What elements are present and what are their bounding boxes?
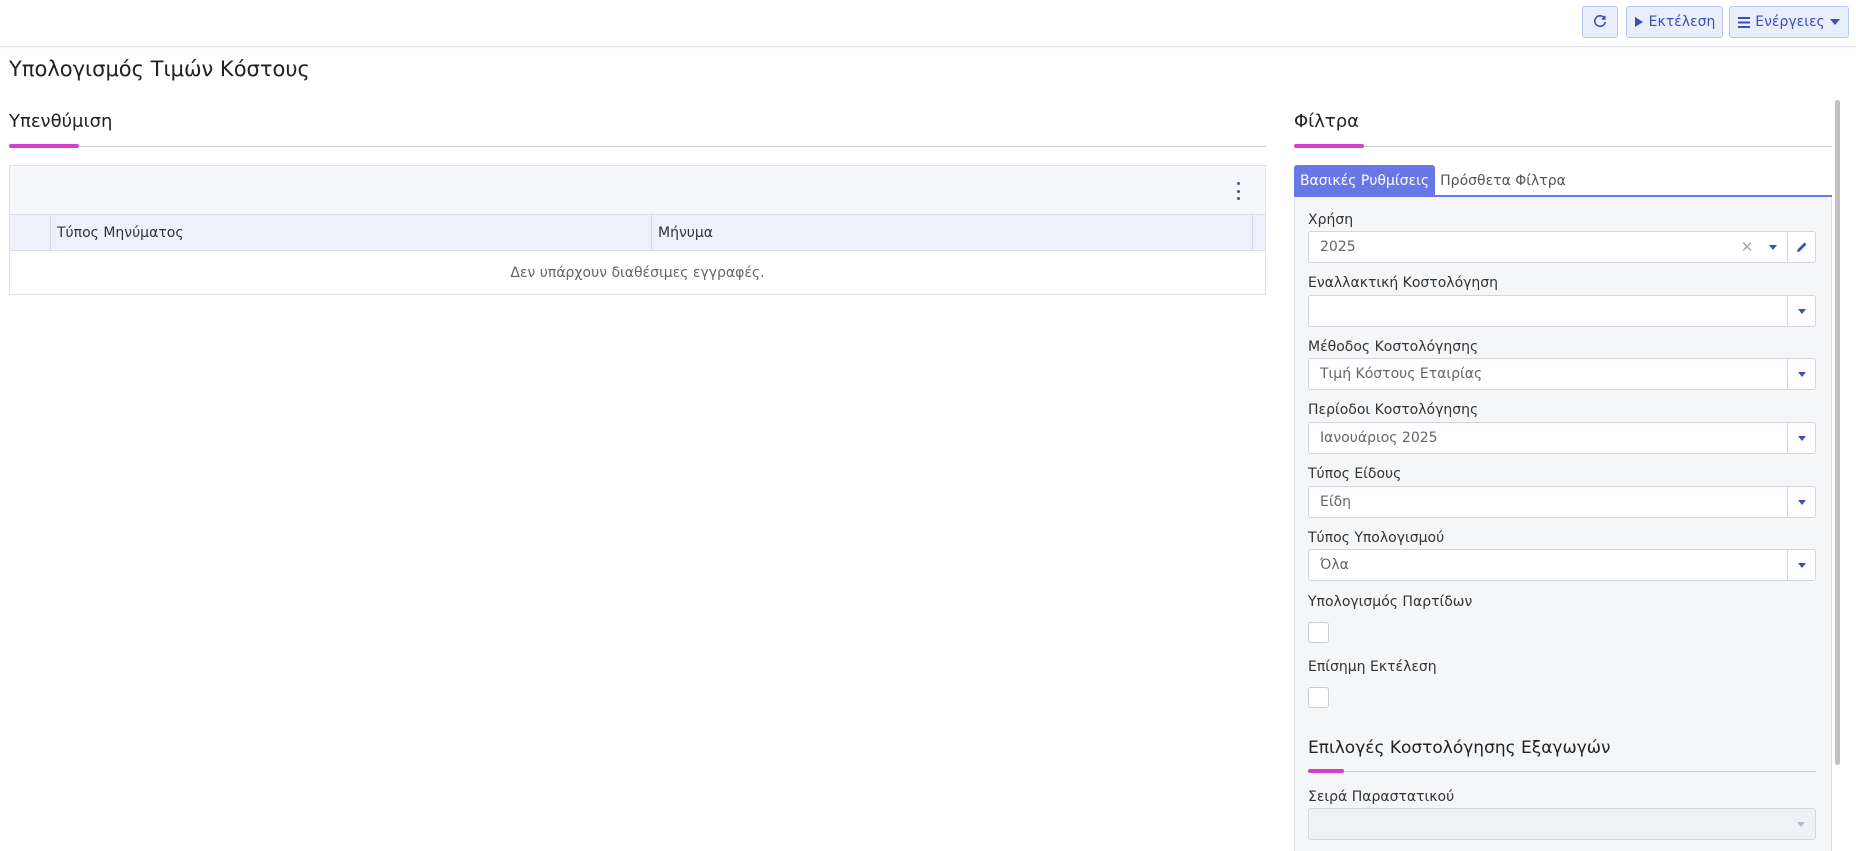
refresh-icon: [1593, 15, 1607, 29]
top-toolbar: Εκτέλεση Ενέργειες: [0, 0, 1856, 47]
grid-empty-message: Δεν υπάρχουν διαθέσιμες εγγραφές.: [510, 265, 765, 281]
column-header-message[interactable]: Μήνυμα: [652, 215, 1253, 251]
item-type-label: Τύπος Είδους: [1308, 466, 1402, 482]
series-label: Σειρά Παραστατικού: [1308, 789, 1455, 805]
item-type-value: Είδη: [1320, 494, 1352, 510]
official-run-checkbox[interactable]: [1308, 687, 1329, 708]
reminder-underline: [9, 144, 1266, 148]
run-label: Εκτέλεση: [1648, 14, 1716, 30]
costing-method-select[interactable]: Τιμή Κόστους Εταιρίας: [1308, 358, 1816, 390]
tab-additional-filters[interactable]: Πρόσθετα Φίλτρα: [1435, 165, 1571, 196]
costing-method-label: Μέθοδος Κοστολόγησης: [1308, 339, 1479, 355]
alt-costing-label: Εναλλακτική Κοστολόγηση: [1308, 275, 1499, 291]
dropdown-arrow-icon[interactable]: [1787, 296, 1815, 326]
fiscal-year-label: Χρήση: [1308, 212, 1354, 228]
select-column-header[interactable]: [10, 215, 51, 251]
item-type-select[interactable]: Είδη: [1308, 486, 1816, 518]
dropdown-arrow-icon[interactable]: [1787, 359, 1815, 389]
filters-title: Φίλτρα: [1294, 111, 1360, 132]
batch-calc-checkbox[interactable]: [1308, 622, 1329, 643]
series-select[interactable]: [1308, 808, 1816, 840]
grid-header: Τύπος Μηνύματος Μήνυμα: [10, 215, 1265, 251]
grid-toolbar: [10, 166, 1265, 215]
dropdown-arrow-icon[interactable]: [1759, 232, 1787, 262]
export-section-underline: [1308, 769, 1816, 773]
play-icon: [1634, 16, 1644, 28]
reminder-title: Υπενθύμιση: [9, 111, 113, 132]
calc-type-value: Όλα: [1320, 557, 1349, 573]
caret-down-icon: [1829, 19, 1840, 25]
actions-label: Ενέργειες: [1755, 14, 1825, 30]
actions-button[interactable]: Ενέργειες: [1729, 6, 1849, 38]
pencil-icon[interactable]: [1787, 232, 1815, 262]
dropdown-arrow-icon[interactable]: [1787, 487, 1815, 517]
refresh-button[interactable]: [1582, 6, 1618, 38]
calc-type-label: Τύπος Υπολογισμού: [1308, 530, 1445, 546]
tab-basic-settings[interactable]: Βασικές Ρυθμίσεις: [1294, 165, 1435, 196]
export-section-title: Επιλογές Κοστολόγησης Εξαγωγών: [1308, 738, 1611, 758]
calc-type-select[interactable]: Όλα: [1308, 549, 1816, 581]
column-header-message-type[interactable]: Τύπος Μηνύματος: [51, 215, 652, 251]
dropdown-arrow-icon[interactable]: [1787, 423, 1815, 453]
costing-periods-value: Ιανουάριος 2025: [1320, 430, 1438, 446]
costing-periods-select[interactable]: Ιανουάριος 2025: [1308, 422, 1816, 454]
reminder-grid: Τύπος Μηνύματος Μήνυμα Δεν υπάρχουν διαθ…: [9, 165, 1266, 295]
scrollbar[interactable]: [1835, 100, 1840, 765]
batch-calc-label: Υπολογισμός Παρτίδων: [1308, 594, 1473, 610]
dropdown-arrow-icon[interactable]: [1787, 550, 1815, 580]
clear-icon[interactable]: ✕: [1737, 232, 1757, 262]
costing-method-value: Τιμή Κόστους Εταιρίας: [1320, 366, 1483, 382]
fiscal-year-select[interactable]: 2025 ✕: [1308, 231, 1816, 263]
dropdown-arrow-icon[interactable]: [1787, 809, 1815, 839]
costing-periods-label: Περίοδοι Κοστολόγησης: [1308, 402, 1479, 418]
fiscal-year-value: 2025: [1320, 239, 1356, 255]
menu-icon: [1738, 16, 1751, 28]
run-button[interactable]: Εκτέλεση: [1626, 6, 1723, 38]
more-options-icon[interactable]: [1233, 182, 1243, 200]
official-run-label: Επίσημη Εκτέλεση: [1308, 659, 1437, 675]
tab-underline: [1294, 195, 1832, 197]
page-title: Υπολογισμός Τιμών Κόστους: [9, 57, 310, 81]
alt-costing-select[interactable]: [1308, 295, 1816, 327]
filters-underline: [1294, 144, 1832, 148]
